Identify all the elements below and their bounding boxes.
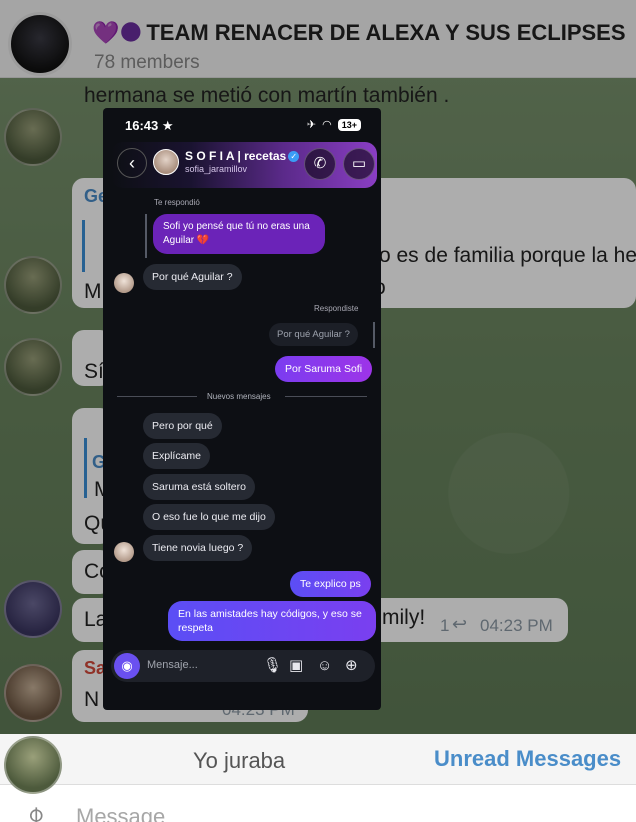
status-time: 16:43 ★ bbox=[125, 118, 174, 133]
sender-avatar[interactable] bbox=[4, 736, 62, 794]
camera-icon[interactable]: ◉ bbox=[114, 653, 140, 679]
composer-input[interactable]: Mensaje... bbox=[147, 659, 198, 671]
incoming-message[interactable]: O eso fue lo que me dijo bbox=[143, 504, 275, 530]
reply-quote-bar bbox=[145, 214, 147, 258]
contact-username: sofia_jaramillov bbox=[185, 164, 248, 174]
contact-avatar-small bbox=[114, 273, 134, 293]
divider-line-right bbox=[285, 396, 367, 397]
video-icon[interactable]: ▭ bbox=[343, 148, 375, 180]
contact-name[interactable]: S O F I A | recetas ✓ bbox=[185, 149, 300, 163]
dm-header[interactable]: ‹ S O F I A | recetas ✓ sofia_jaramillov … bbox=[111, 142, 377, 188]
divider-line-left bbox=[117, 396, 197, 397]
quoted-message[interactable]: Sofi yo pensé que tú no eras una Aguilar… bbox=[153, 214, 325, 254]
wifi-icon: ◠ bbox=[322, 119, 332, 131]
gallery-icon[interactable]: ▣ bbox=[289, 657, 303, 675]
verified-badge-icon: ✓ bbox=[288, 151, 300, 163]
incoming-message[interactable]: Por qué Aguilar ? bbox=[143, 264, 242, 290]
unread-messages-label[interactable]: Unread Messages bbox=[434, 746, 621, 772]
incoming-message[interactable]: Tiene novia luego ? bbox=[143, 535, 253, 561]
quoted-own-message[interactable]: Por qué Aguilar ? bbox=[269, 323, 358, 346]
reply-quote-bar bbox=[373, 322, 375, 348]
sticker-icon[interactable]: ☺ bbox=[317, 657, 332, 675]
incoming-message[interactable]: Pero por qué bbox=[143, 413, 222, 439]
status-bar: 16:43 ★ ✈ ◠ 13+ bbox=[103, 108, 381, 142]
chevron-left-icon[interactable]: ‹ bbox=[117, 148, 147, 178]
message-composer[interactable]: ◉ Mensaje... 🎙 ▣ ☺ ⊕ bbox=[111, 650, 375, 682]
outgoing-message[interactable]: Por Saruma Sofi bbox=[275, 356, 373, 382]
unread-preview-text: Yo juraba bbox=[193, 748, 286, 773]
contact-avatar[interactable] bbox=[153, 149, 179, 175]
instagram-dm-screenshot: 16:43 ★ ✈ ◠ 13+ ‹ S O F I A | recetas ✓ s… bbox=[103, 108, 381, 710]
contact-name-text: S O F I A | recetas bbox=[185, 149, 287, 163]
new-messages-divider: Nuevos mensajes bbox=[207, 392, 271, 401]
add-icon[interactable]: ⊕ bbox=[345, 657, 358, 675]
status-icons: ✈ ◠ 13+ bbox=[307, 118, 361, 131]
incoming-message[interactable]: Saruma está soltero bbox=[143, 474, 255, 500]
microphone-icon[interactable]: 🎙 bbox=[263, 657, 282, 675]
outgoing-message[interactable]: En las amistades hay códigos, y eso se r… bbox=[168, 601, 376, 641]
battery-icon: 13+ bbox=[337, 118, 361, 131]
incoming-message[interactable]: Explícame bbox=[143, 443, 211, 469]
responded-label: Respondiste bbox=[314, 304, 359, 313]
phone-icon[interactable]: ✆ bbox=[304, 148, 336, 180]
airplane-icon: ✈ bbox=[306, 119, 317, 131]
reply-label: Te respondió bbox=[154, 198, 200, 207]
contact-avatar-small bbox=[114, 542, 134, 562]
message-input[interactable]: Message bbox=[76, 804, 165, 822]
outgoing-message[interactable]: Te explico ps bbox=[290, 571, 371, 597]
